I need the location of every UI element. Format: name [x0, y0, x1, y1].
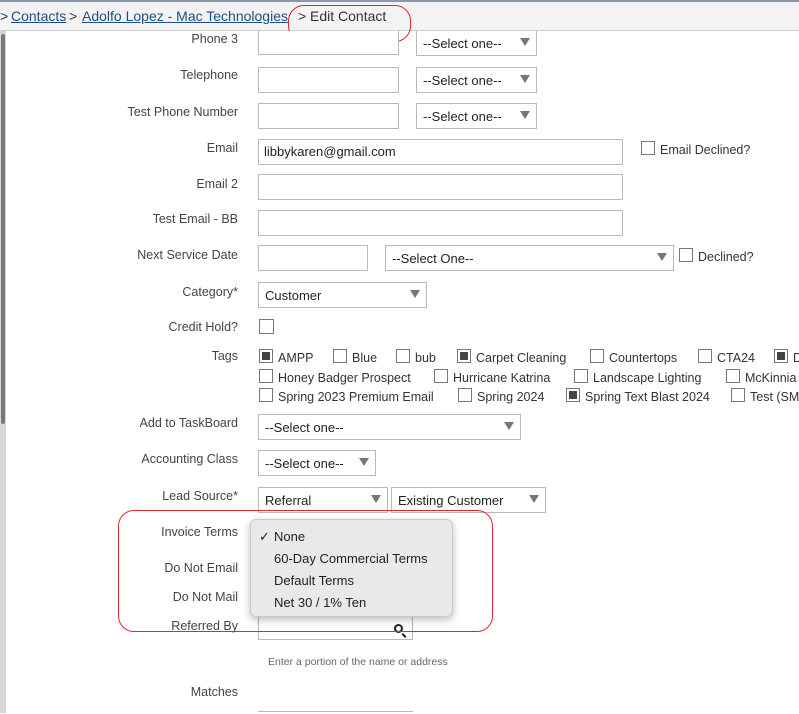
email-declined-checkbox[interactable]	[641, 141, 655, 155]
credit-hold-label: Credit Hold?	[168, 320, 238, 334]
test-email-label: Test Email - BB	[152, 212, 238, 226]
tag-checkbox-test-sm[interactable]	[731, 388, 745, 402]
tag-label: AMPP	[278, 351, 314, 365]
tag-label: Test (SM	[750, 390, 799, 404]
phone3-type-value: --Select one--	[423, 36, 502, 51]
contacts-link[interactable]: Contacts	[11, 8, 66, 24]
next-service-declined-checkbox[interactable]	[679, 248, 693, 262]
breadcrumb-link-contacts[interactable]: Contacts	[11, 8, 66, 24]
tag-label: bub	[415, 351, 436, 365]
next-service-select-value: --Select One--	[392, 251, 474, 266]
tag-label: Spring 2024	[477, 390, 545, 404]
tag-label: Countertops	[609, 351, 678, 365]
chevron-down-icon	[529, 495, 539, 503]
telephone-type-select[interactable]: --Select one--	[416, 67, 537, 93]
tag-label: Hurricane Katrina	[453, 371, 551, 385]
taskboard-select[interactable]: --Select one--	[258, 414, 521, 440]
phone3-label: Phone 3	[191, 32, 238, 46]
chevron-down-icon	[520, 75, 530, 83]
breadcrumb-link-contact[interactable]: Adolfo Lopez - Mac Technologies	[82, 8, 288, 24]
telephone-type-value: --Select one--	[423, 73, 502, 88]
highlight-invoice-terms	[118, 510, 493, 632]
accounting-class-label: Accounting Class	[141, 452, 238, 466]
chevron-down-icon	[520, 38, 530, 46]
tag-checkbox-blue[interactable]	[333, 349, 347, 363]
taskboard-label: Add to TaskBoard	[139, 416, 238, 430]
next-service-declined-label: Declined?	[698, 250, 754, 264]
next-service-label: Next Service Date	[137, 248, 238, 262]
tag-checkbox-ampp[interactable]	[259, 349, 273, 363]
category-label: Category*	[182, 285, 238, 299]
next-service-date-input[interactable]	[258, 245, 368, 271]
test-phone-label: Test Phone Number	[127, 105, 238, 119]
lead-source-value: Referral	[265, 493, 312, 508]
test-phone-type-value: --Select one--	[423, 109, 502, 124]
tags-label: Tags	[211, 349, 238, 363]
category-select[interactable]: Customer	[258, 282, 427, 308]
tag-checkbox-carpet-cleaning[interactable]	[457, 349, 471, 363]
tag-label: Carpet Cleaning	[476, 351, 567, 365]
tag-checkbox-hurricane-katrina[interactable]	[434, 369, 448, 383]
accounting-class-value: --Select one--	[265, 456, 344, 471]
credit-hold-checkbox[interactable]	[259, 319, 274, 334]
breadcrumb-separator: >	[69, 8, 78, 24]
tag-label: D	[793, 351, 799, 365]
chevron-down-icon	[371, 495, 381, 503]
tag-checkbox-cta24[interactable]	[698, 349, 712, 363]
contact-name-link[interactable]: Adolfo Lopez - Mac Technologies	[82, 8, 288, 24]
tag-checkbox-honey-badger[interactable]	[259, 369, 273, 383]
breadcrumb-lead-separator: >	[0, 8, 9, 24]
email-label: Email	[206, 141, 238, 155]
email2-input[interactable]	[258, 174, 623, 200]
tag-label: Honey Badger Prospect	[278, 371, 411, 385]
tag-label: Spring 2023 Premium Email	[278, 390, 434, 404]
referred-by-hint: Enter a portion of the name or address	[268, 656, 448, 668]
chevron-down-icon	[410, 290, 420, 298]
tag-checkbox-mckinnia[interactable]	[726, 369, 740, 383]
lead-source-label: Lead Source*	[162, 489, 238, 503]
category-value: Customer	[265, 288, 322, 303]
tag-checkbox-spring-text-blast[interactable]	[566, 388, 580, 402]
phone3-input[interactable]	[258, 31, 399, 55]
tag-checkbox-d[interactable]	[774, 349, 788, 363]
tag-label: CTA24	[717, 351, 755, 365]
test-email-input[interactable]	[258, 210, 623, 236]
phone3-type-select[interactable]: --Select one--	[416, 31, 537, 56]
tag-label: McKinnia	[745, 371, 797, 385]
lead-source-sub-value: Existing Customer	[398, 493, 504, 508]
tag-checkbox-spring-2024[interactable]	[458, 388, 472, 402]
tag-checkbox-landscape-lighting[interactable]	[574, 369, 588, 383]
left-scrollbar-thumb[interactable]	[1, 34, 5, 424]
telephone-label: Telephone	[180, 68, 238, 82]
tag-label: Blue	[352, 351, 378, 365]
tag-checkbox-spring-2023[interactable]	[259, 388, 273, 402]
chevron-down-icon	[657, 253, 667, 261]
email2-label: Email 2	[196, 177, 238, 191]
chevron-down-icon	[359, 458, 369, 466]
telephone-input[interactable]	[258, 67, 399, 93]
chevron-down-icon	[504, 422, 514, 430]
email-declined-label: Email Declined?	[660, 143, 751, 157]
tag-label: Spring Text Blast 2024	[585, 390, 710, 404]
tag-checkbox-countertops[interactable]	[590, 349, 604, 363]
accounting-class-select[interactable]: --Select one--	[258, 450, 376, 476]
next-service-select[interactable]: --Select One--	[385, 245, 674, 271]
tag-checkbox-bub[interactable]	[396, 349, 410, 363]
test-phone-input[interactable]	[258, 103, 399, 129]
matches-label: Matches	[190, 685, 238, 699]
email-input[interactable]: libbykaren@gmail.com	[258, 139, 623, 165]
tag-label: Landscape Lighting	[593, 371, 702, 385]
chevron-down-icon	[520, 111, 530, 119]
test-phone-type-select[interactable]: --Select one--	[416, 103, 537, 129]
taskboard-value: --Select one--	[265, 420, 344, 435]
